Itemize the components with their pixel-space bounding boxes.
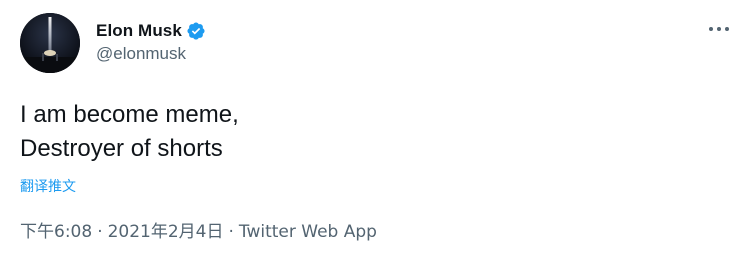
tweet-card: Elon Musk @elonmusk I am become meme, De… — [0, 0, 755, 254]
more-dots-icon — [709, 27, 729, 31]
rocket-launch-avatar-image — [20, 13, 80, 73]
tweet-time[interactable]: 下午6:08 — [20, 222, 92, 242]
translate-tweet-link[interactable]: 翻译推文 — [20, 176, 76, 196]
tweet-date[interactable]: 2021年2月4日 — [108, 222, 224, 242]
tweet-text: I am become meme, Destroyer of shorts — [20, 98, 239, 166]
author-name-row: Elon Musk — [96, 20, 206, 42]
meta-separator: · — [97, 222, 103, 242]
author-handle[interactable]: @elonmusk — [96, 44, 186, 64]
tweet-meta: 下午6:08 · 2021年2月4日 · Twitter Web App — [20, 217, 377, 242]
tweet-text-line: Destroyer of shorts — [20, 135, 223, 162]
author-display-name[interactable]: Elon Musk — [96, 21, 182, 41]
more-options-button[interactable] — [706, 18, 732, 40]
meta-separator: · — [228, 222, 234, 242]
tweet-source[interactable]: Twitter Web App — [239, 222, 377, 242]
verified-badge-icon — [186, 21, 206, 41]
avatar[interactable] — [20, 13, 80, 73]
tweet-text-line: I am become meme, — [20, 101, 239, 128]
